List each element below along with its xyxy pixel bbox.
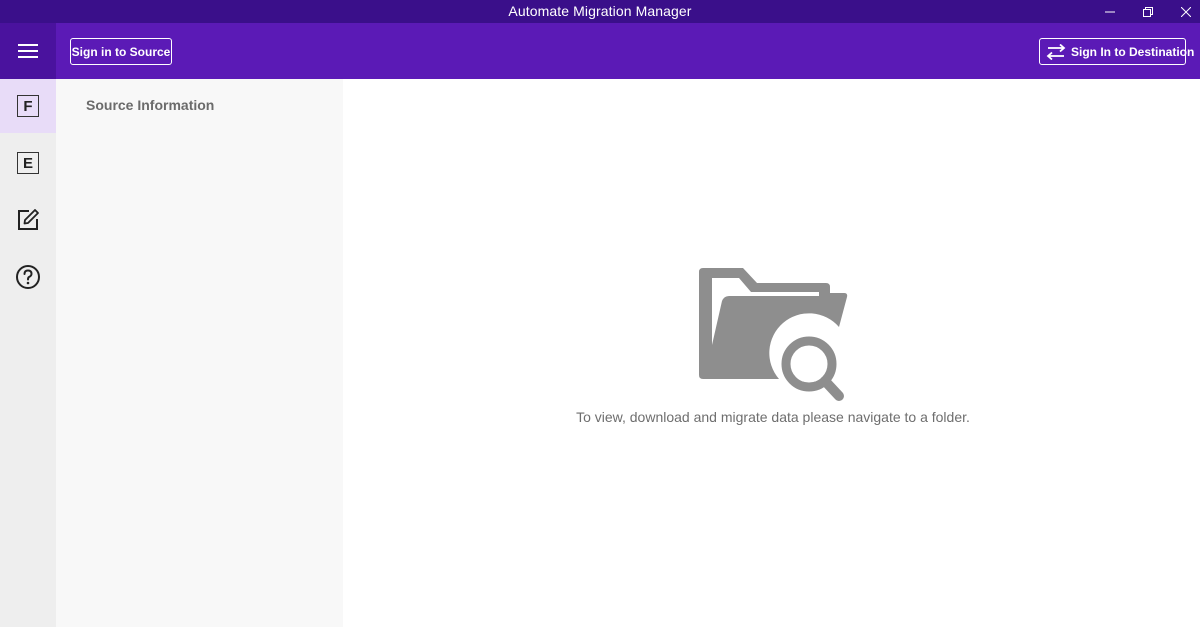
restore-button[interactable] (1130, 0, 1166, 23)
source-information-title: Source Information (86, 97, 215, 113)
close-button[interactable] (1168, 0, 1200, 23)
rail-item-help[interactable] (0, 250, 56, 304)
sign-in-destination-button[interactable]: Sign In to Destination (1039, 38, 1194, 65)
minimize-button[interactable] (1092, 0, 1128, 23)
rail-item-edit[interactable] (0, 193, 56, 247)
sign-in-source-button[interactable]: Sign in to Source (70, 38, 172, 65)
hamburger-menu-icon (18, 44, 38, 58)
restore-icon (1143, 6, 1153, 17)
title-bar: Automate Migration Manager (0, 0, 1200, 23)
edit-icon (18, 209, 39, 230)
empty-state-message: To view, download and migrate data pleas… (576, 409, 970, 425)
source-information-panel: Source Information (56, 79, 343, 627)
navigation-rail: F E (0, 79, 56, 627)
rail-item-exchange[interactable]: E (0, 136, 56, 190)
rail-item-files[interactable]: F (0, 79, 56, 133)
files-letter-glyph: F (23, 97, 33, 115)
main-content-area: To view, download and migrate data pleas… (343, 79, 1200, 627)
help-icon (16, 265, 40, 289)
files-letter-icon: F (17, 95, 39, 117)
hamburger-menu-button[interactable] (0, 23, 56, 79)
swap-arrows-icon (1046, 43, 1066, 60)
sign-in-source-label: Sign in to Source (71, 44, 171, 59)
app-header: Sign in to Source Sign In to Destination (0, 23, 1200, 79)
folder-search-icon (699, 268, 848, 401)
exchange-letter-icon: E (17, 152, 39, 174)
sign-in-destination-label: Sign In to Destination (1071, 44, 1195, 59)
window-title: Automate Migration Manager (508, 3, 692, 19)
app-window: Automate Migration Manager Sign in to So… (0, 0, 1200, 627)
close-icon (1181, 6, 1191, 17)
exchange-letter-glyph: E (22, 154, 33, 172)
minimize-icon (1105, 11, 1115, 12)
